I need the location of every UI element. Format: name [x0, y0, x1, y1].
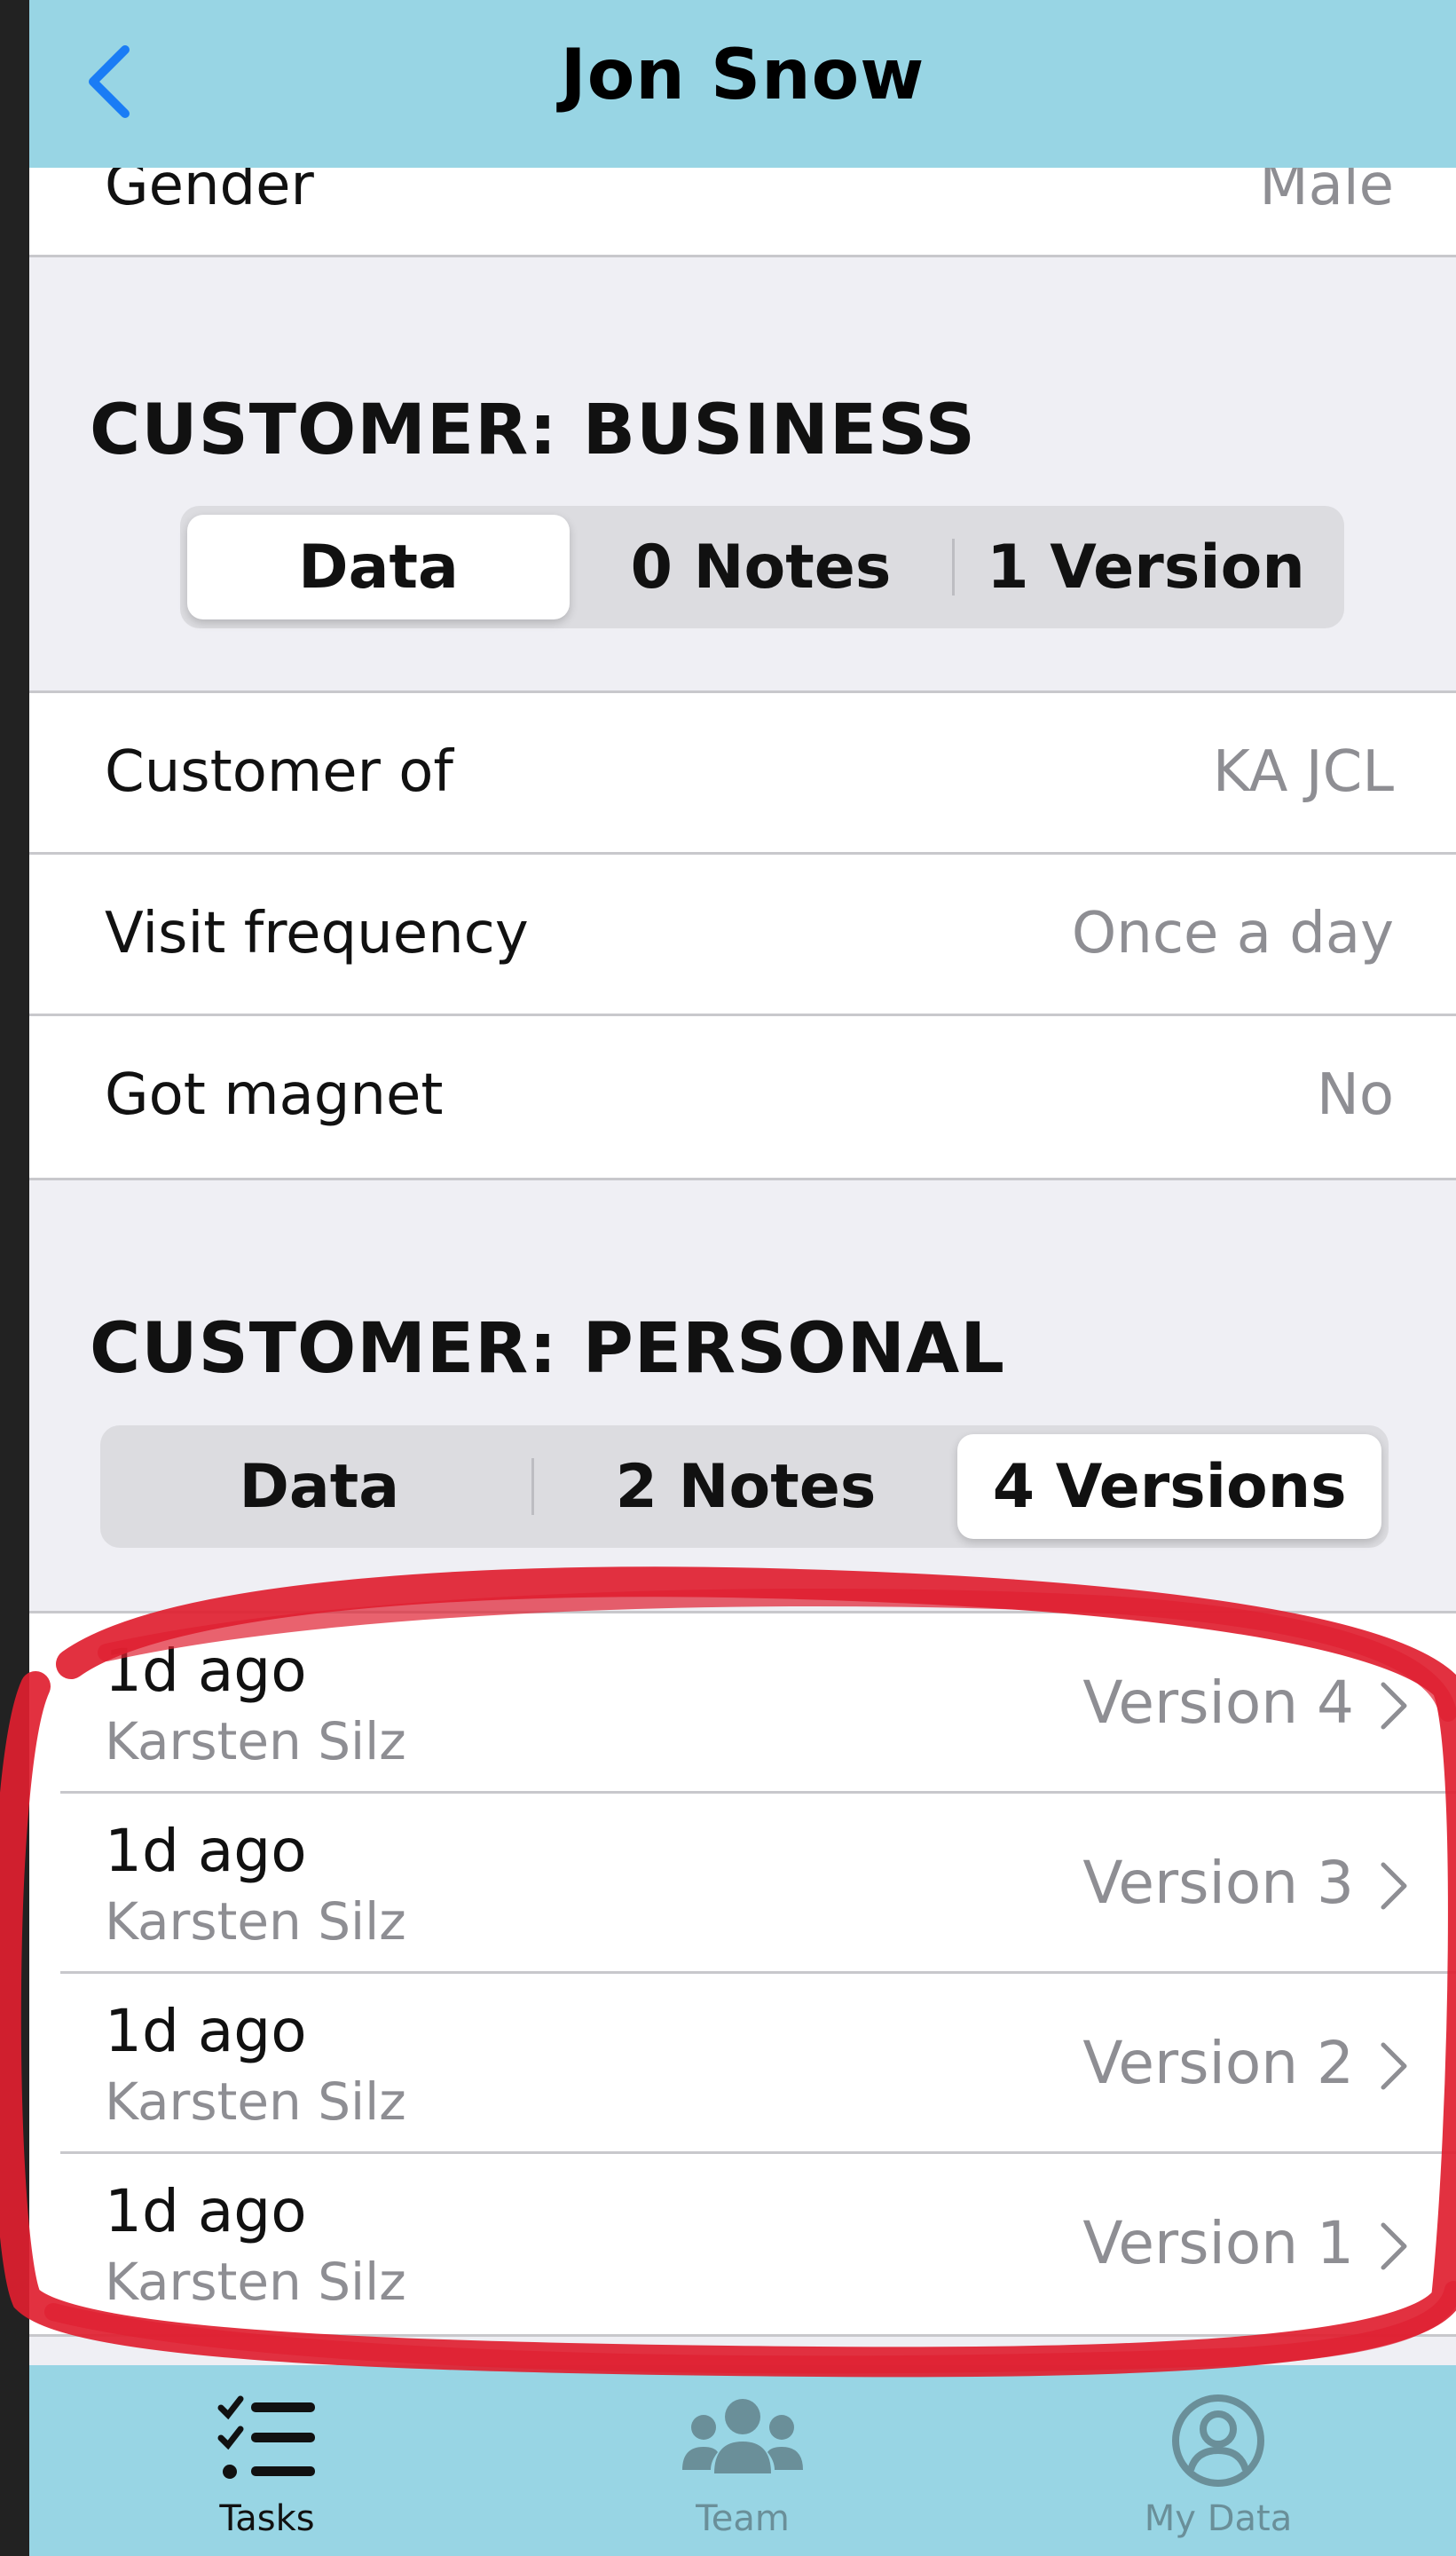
version-label: Version 2	[1082, 2029, 1354, 2097]
business-tab-notes[interactable]: 0 Notes	[570, 515, 952, 619]
chevron-right-icon	[1381, 2042, 1407, 2090]
list-item: Got magnet No	[29, 1016, 1456, 1178]
tab-team[interactable]: Team	[505, 2365, 980, 2556]
phone-screen: Gender Male Jon Snow CUSTOMER: BUSINESS …	[29, 0, 1456, 2556]
version-time: 1d ago	[105, 1817, 307, 1885]
version-time: 1d ago	[105, 1997, 307, 2065]
version-author: Karsten Silz	[105, 1711, 406, 1771]
personal-tab-versions[interactable]: 4 Versions	[957, 1434, 1382, 1539]
tab-tasks-label: Tasks	[219, 2498, 315, 2539]
user-circle-icon	[1172, 2394, 1264, 2487]
version-label: Version 4	[1082, 1668, 1354, 1737]
version-row-1[interactable]: 1d ago Karsten Silz Version 1	[29, 2154, 1456, 2334]
business-section-title: CUSTOMER: BUSINESS	[90, 390, 976, 470]
tab-team-label: Team	[696, 2498, 790, 2539]
tab-bar: Tasks Team My Data	[29, 2365, 1456, 2556]
tab-tasks[interactable]: Tasks	[29, 2365, 505, 2556]
personal-tab-data[interactable]: Data	[107, 1434, 531, 1539]
visit-frequency-value: Once a day	[1071, 901, 1394, 966]
business-tab-data[interactable]: Data	[187, 515, 570, 619]
version-author: Karsten Silz	[105, 2071, 406, 2132]
version-time: 1d ago	[105, 1637, 307, 1705]
navigation-bar: Jon Snow	[29, 0, 1456, 168]
tasks-list-icon	[217, 2395, 315, 2479]
business-segmented-control: Data 0 Notes 1 Version	[180, 506, 1344, 628]
version-author: Karsten Silz	[105, 2252, 406, 2312]
customer-of-value: KA JCL	[1212, 739, 1394, 805]
tab-my-data-label: My Data	[1144, 2498, 1293, 2539]
personal-tab-notes[interactable]: 2 Notes	[534, 1434, 958, 1539]
customer-of-label: Customer of	[105, 739, 453, 805]
versions-list: 1d ago Karsten Silz Version 4 1d ago Kar…	[29, 1611, 1456, 2337]
chevron-right-icon	[1381, 1862, 1407, 1910]
personal-section-title: CUSTOMER: PERSONAL	[90, 1309, 1005, 1389]
business-data-list: Customer of KA JCL Visit frequency Once …	[29, 690, 1456, 1180]
version-author: Karsten Silz	[105, 1891, 406, 1952]
tab-my-data[interactable]: My Data	[980, 2365, 1456, 2556]
screen: Gender Male Jon Snow CUSTOMER: BUSINESS …	[0, 0, 1456, 2556]
page-title: Jon Snow	[560, 36, 925, 115]
version-time: 1d ago	[105, 2177, 307, 2245]
chevron-right-icon	[1381, 1682, 1407, 1730]
version-label: Version 3	[1082, 1849, 1354, 1917]
version-row-3[interactable]: 1d ago Karsten Silz Version 3	[29, 1794, 1456, 1974]
personal-segmented-control: Data 2 Notes 4 Versions	[100, 1425, 1389, 1548]
chevron-right-icon	[1381, 2222, 1407, 2270]
list-item: Visit frequency Once a day	[29, 855, 1456, 1016]
got-magnet-label: Got magnet	[105, 1062, 444, 1128]
version-row-4[interactable]: 1d ago Karsten Silz Version 4	[29, 1613, 1456, 1794]
version-label: Version 1	[1082, 2209, 1354, 2277]
version-row-2[interactable]: 1d ago Karsten Silz Version 2	[29, 1974, 1456, 2154]
team-icon	[682, 2399, 803, 2473]
list-item: Customer of KA JCL	[29, 693, 1456, 855]
business-tab-versions[interactable]: 1 Version	[955, 515, 1337, 619]
got-magnet-value: No	[1316, 1062, 1394, 1128]
visit-frequency-label: Visit frequency	[105, 901, 529, 966]
